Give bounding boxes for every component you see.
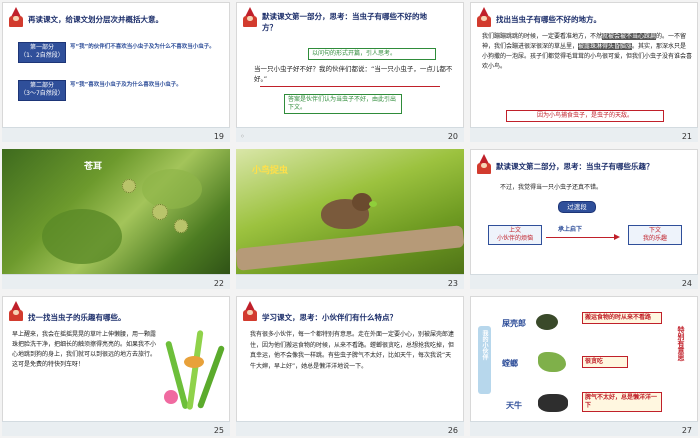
slide-footer <box>2 421 230 436</box>
wizard-icon <box>242 301 258 321</box>
arrow-line <box>546 237 618 238</box>
insect-name-1: 屎壳郎 <box>502 319 526 328</box>
note-box-1: 以问句的形式开篇，引人思考。 <box>308 48 436 60</box>
note-box-2: 答案是伙伴们认为当虫子不好，由此引出下文。 <box>284 94 402 114</box>
section-text-2: 写“我”喜欢当小虫子及为什么喜欢当小虫子。 <box>70 82 182 88</box>
arrow-label: 承上启下 <box>558 226 583 233</box>
conclusion-box: 因为小鸟捕食虫子，是虫子的天敌。 <box>506 110 664 122</box>
slide-title: 学习课文，思考：小伙伴们有什么特点？ <box>262 313 397 322</box>
insect-name-2: 螳螂 <box>502 359 518 368</box>
slide-footer <box>236 127 464 142</box>
wizard-icon <box>476 7 492 27</box>
grass-cartoon <box>164 329 226 418</box>
slide-26[interactable]: 学习课文，思考：小伙伴们有什么特点？ 我有很多小伙伴，每一个都特别有意思。走在外… <box>236 296 464 436</box>
section-label-2: 第二部分 （3～7自然段） <box>18 80 66 101</box>
insect-trait-3: 脾气不太好，总是懒洋洋一下 <box>582 392 662 412</box>
right-box: 下文 我的乐趣 <box>628 225 682 245</box>
section-text-1: 写“我”的伙伴们不喜欢当小虫子及为什么不喜欢当小虫子。 <box>70 44 215 50</box>
slide-27[interactable]: 我的小伙伴 屎壳郎 搬运食物的时从来不看路 螳螂 很贪吃 天牛 脾气不太好，总是… <box>470 296 698 436</box>
slide-footer <box>236 274 464 289</box>
dung-beetle-icon <box>536 314 558 330</box>
left-box: 上文 小伙伴的烦恼 <box>488 225 542 245</box>
slide-number: 21 <box>681 132 692 141</box>
slide-number: 25 <box>213 426 224 435</box>
paragraph: 不过，我觉得当一只小虫子还真不错。 <box>500 184 603 191</box>
insect-name-3: 天牛 <box>506 401 522 410</box>
paragraph: 早上醒来，我会在摇摇晃晃的草叶上伸懒腰，用一颗露珠把脸洗干净，把细长的触须擦得亮… <box>12 331 157 368</box>
slide-20[interactable]: 默读课文第一部分，思考：当虫子有哪些不好的地方？ 以问句的形式开篇，引人思考。 … <box>236 2 464 142</box>
slide-number: 23 <box>447 279 458 288</box>
transition-badge: 过渡段 <box>558 201 596 213</box>
side-label: 我的小伙伴 <box>478 326 491 394</box>
slide-footer <box>2 274 230 289</box>
slide-24[interactable]: 默读课文第二部分，思考：当虫子有哪些乐趣？ 不过，我觉得当一只小虫子还真不错。 … <box>470 149 698 289</box>
slide-25[interactable]: 找一找当虫子的乐趣有哪些。 早上醒来，我会在摇摇晃晃的草叶上伸懒腰，用一颗露珠把… <box>2 296 230 436</box>
slide-22[interactable]: 苍耳 22 <box>2 149 230 289</box>
slide-title: 找出当虫子有哪些不好的地方。 <box>496 15 601 24</box>
slide-title: 找一找当虫子的乐趣有哪些。 <box>28 313 126 322</box>
right-vertical-label: 特别有意思 <box>677 326 685 361</box>
slide-number: 20 <box>447 132 458 141</box>
arrow-head-icon <box>614 234 620 240</box>
underline <box>260 86 440 87</box>
slide-footer <box>470 421 698 436</box>
slide-title: 再读课文，给课文划分层次并概括大意。 <box>28 15 163 24</box>
wizard-icon <box>242 7 258 27</box>
cocklebur-photo <box>2 149 230 275</box>
wizard-icon <box>476 154 492 174</box>
slide-21[interactable]: 找出当虫子有哪些不好的地方。 我们蹦蹦跳跳的时候，一定要看准地方，不然就被会被不… <box>470 2 698 142</box>
wizard-icon <box>8 7 24 27</box>
slide-footer <box>470 127 698 142</box>
slide-title: 默读课文第一部分，思考：当虫子有哪些不好的地方？ <box>262 12 427 32</box>
slide-footer <box>470 274 698 289</box>
slide-number: 24 <box>681 279 692 288</box>
slide-19[interactable]: 再读课文，给课文划分层次并概括大意。 第一部分 （1、2自然段） 写“我”的伙伴… <box>2 2 230 142</box>
footer-mark: ◦ <box>240 132 245 141</box>
slide-number: 19 <box>213 132 224 141</box>
section-label-1: 第一部分 （1、2自然段） <box>18 42 66 63</box>
paragraph: 当一只小虫子好不好？我的伙伴们都说：“当一只小虫子，一点儿都不好。” <box>254 65 453 83</box>
insect-trait-2: 很贪吃 <box>582 356 628 368</box>
slide-title: 默读课文第二部分，思考：当虫子有哪些乐趣？ <box>496 162 654 171</box>
slide-number: 27 <box>681 426 692 435</box>
paragraph: 我们蹦蹦跳跳的时候，一定要看准地方，不然就被会被不当心踩扁的。一不留神，我们会蹦… <box>482 33 693 70</box>
slide-number: 26 <box>447 426 458 435</box>
wizard-icon <box>8 301 24 321</box>
slide-number: 22 <box>213 279 224 288</box>
paragraph: 我有很多小伙伴，每一个都特别有意思。走在外面一定要小心，别被屎壳郎逮住，因为他们… <box>250 331 455 370</box>
insect-trait-1: 搬运食物的时从来不看路 <box>582 312 662 324</box>
slide-footer <box>236 421 464 436</box>
photo-caption: 苍耳 <box>84 162 103 172</box>
slide-23[interactable]: 小鸟捉虫 23 <box>236 149 464 289</box>
slide-footer <box>2 127 230 142</box>
mantis-icon <box>538 352 566 372</box>
photo-caption: 小鸟捉虫 <box>252 166 289 176</box>
longhorn-beetle-icon <box>538 394 568 412</box>
